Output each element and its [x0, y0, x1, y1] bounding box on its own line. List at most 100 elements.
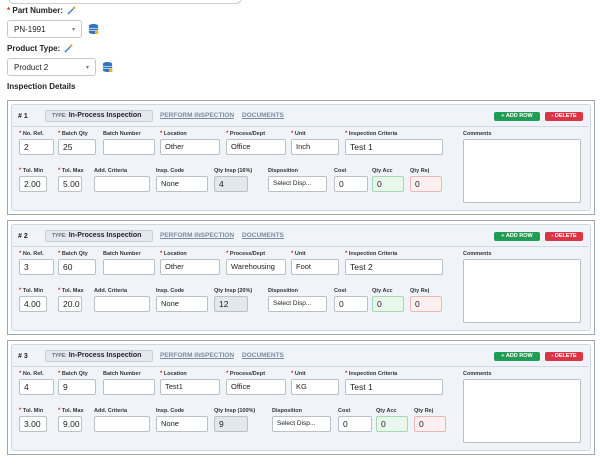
process-dept-label: * Process/Dept — [226, 251, 266, 257]
add-criteria-input[interactable] — [94, 296, 150, 312]
qty-acc-input[interactable]: 0 — [372, 296, 404, 312]
qty-rej-input[interactable]: 0 — [410, 296, 442, 312]
batch-qty-label: * Batch Qty — [58, 131, 88, 137]
insp-code-label: Insp. Code — [156, 168, 185, 174]
comments-label: Comments — [463, 251, 492, 257]
inspection-row-panel: # 1 TYPE: In-Process Inspection PERFORM … — [11, 104, 591, 211]
unit-select[interactable]: Inch — [291, 139, 339, 155]
batch-qty-input[interactable]: 60 — [58, 259, 96, 275]
inspection-type-badge: TYPE: In-Process Inspection — [45, 350, 153, 362]
perform-inspection-link[interactable]: PERFORM INSPECTION — [160, 352, 234, 359]
add-criteria-input[interactable] — [94, 176, 150, 192]
cost-input[interactable]: 0 — [338, 416, 372, 432]
tol-max-input[interactable]: 20.0 — [58, 296, 82, 312]
tol-max-input[interactable]: 5.00 — [58, 176, 82, 192]
tol-max-label: * Tol. Max — [58, 408, 84, 414]
inspection-row-card: # 3 TYPE: In-Process Inspection PERFORM … — [7, 340, 595, 455]
tol-min-input[interactable]: 3.00 — [19, 416, 47, 432]
add-criteria-input[interactable] — [94, 416, 150, 432]
inspection-criteria-input[interactable]: Test 2 — [345, 259, 443, 275]
batch-qty-label: * Batch Qty — [58, 371, 88, 377]
no-ref-input[interactable]: 2 — [19, 139, 54, 155]
database-icon[interactable] — [102, 61, 113, 73]
tol-min-input[interactable]: 2.00 — [19, 176, 47, 192]
tol-min-label: * Tol. Min — [19, 168, 44, 174]
unit-label: * Unit — [291, 251, 306, 257]
documents-link[interactable]: DOCUMENTS — [242, 352, 284, 359]
tol-max-input[interactable]: 9.00 — [58, 416, 82, 432]
add-row-button[interactable]: + ADD ROW — [494, 352, 540, 361]
inspection-criteria-label: * Inspection Criteria — [345, 131, 398, 137]
location-select[interactable]: Other — [160, 259, 220, 275]
top-field-edge — [8, 0, 242, 4]
inspection-row-card: # 2 TYPE: In-Process Inspection PERFORM … — [7, 220, 595, 335]
unit-select[interactable]: KG — [291, 379, 339, 395]
perform-inspection-link[interactable]: PERFORM INSPECTION — [160, 112, 234, 119]
comments-textarea[interactable] — [463, 379, 581, 443]
qty-acc-label: Qty Acc — [372, 288, 393, 294]
add-row-button[interactable]: + ADD ROW — [494, 232, 540, 241]
unit-label: * Unit — [291, 371, 306, 377]
tol-min-input[interactable]: 4.00 — [19, 296, 47, 312]
database-icon[interactable] — [88, 23, 99, 35]
product-type-select[interactable]: Product 2 ▾ — [7, 58, 96, 76]
qty-rej-label: Qty Rej — [410, 168, 430, 174]
add-row-button[interactable]: + ADD ROW — [494, 112, 540, 121]
process-dept-select[interactable]: Warehousing — [226, 259, 286, 275]
comments-label: Comments — [463, 131, 492, 137]
no-ref-label: * No. Ref. — [19, 131, 44, 137]
qty-insp-label: Qty Insp (20%) — [214, 288, 253, 294]
process-dept-select[interactable]: Office — [226, 379, 286, 395]
batch-qty-input[interactable]: 9 — [58, 379, 96, 395]
magic-wand-icon[interactable] — [67, 6, 76, 15]
qty-insp-input: 4 — [214, 176, 248, 192]
disposition-label: Disposition — [268, 288, 298, 294]
inspection-criteria-input[interactable]: Test 1 — [345, 379, 443, 395]
disposition-select[interactable]: Select Disp... — [268, 176, 327, 192]
delete-row-button[interactable]: - DELETE — [545, 232, 583, 241]
comments-textarea[interactable] — [463, 139, 581, 203]
process-dept-select[interactable]: Office — [226, 139, 286, 155]
insp-code-select[interactable]: None — [156, 176, 208, 192]
chevron-down-icon: ▾ — [85, 65, 89, 71]
disposition-label: Disposition — [268, 168, 298, 174]
qty-rej-input[interactable]: 0 — [410, 176, 442, 192]
add-criteria-label: Add. Criteria — [94, 288, 128, 294]
insp-code-select[interactable]: None — [156, 416, 208, 432]
batch-number-input[interactable] — [103, 259, 155, 275]
cost-input[interactable]: 0 — [334, 176, 368, 192]
location-select[interactable]: Other — [160, 139, 220, 155]
delete-row-button[interactable]: - DELETE — [545, 352, 583, 361]
magic-wand-icon[interactable] — [64, 44, 73, 53]
qty-acc-input[interactable]: 0 — [376, 416, 408, 432]
qty-acc-input[interactable]: 0 — [372, 176, 404, 192]
disposition-select[interactable]: Select Disp... — [272, 416, 331, 432]
part-number-label: * Part Number: — [7, 6, 76, 15]
location-select[interactable]: Test1 — [160, 379, 220, 395]
unit-select[interactable]: Foot — [291, 259, 339, 275]
qty-rej-input[interactable]: 0 — [414, 416, 446, 432]
qty-rej-label: Qty Rej — [414, 408, 434, 414]
no-ref-label: * No. Ref. — [19, 371, 44, 377]
comments-textarea[interactable] — [463, 259, 581, 323]
no-ref-input[interactable]: 4 — [19, 379, 54, 395]
row-number: # 2 — [18, 233, 28, 240]
part-number-select[interactable]: PN-1991 ▾ — [7, 20, 82, 38]
insp-code-select[interactable]: None — [156, 296, 208, 312]
batch-qty-input[interactable]: 25 — [58, 139, 96, 155]
delete-row-button[interactable]: - DELETE — [545, 112, 583, 121]
batch-number-input[interactable] — [103, 139, 155, 155]
inspection-criteria-input[interactable]: Test 1 — [345, 139, 443, 155]
process-dept-label: * Process/Dept — [226, 131, 266, 137]
documents-link[interactable]: DOCUMENTS — [242, 112, 284, 119]
row-number: # 3 — [18, 353, 28, 360]
no-ref-input[interactable]: 3 — [19, 259, 54, 275]
cost-label: Cost — [334, 288, 347, 294]
documents-link[interactable]: DOCUMENTS — [242, 232, 284, 239]
batch-number-label: Batch Number — [103, 131, 141, 137]
cost-input[interactable]: 0 — [334, 296, 368, 312]
perform-inspection-link[interactable]: PERFORM INSPECTION — [160, 232, 234, 239]
batch-number-input[interactable] — [103, 379, 155, 395]
unit-label: * Unit — [291, 131, 306, 137]
disposition-select[interactable]: Select Disp... — [268, 296, 327, 312]
